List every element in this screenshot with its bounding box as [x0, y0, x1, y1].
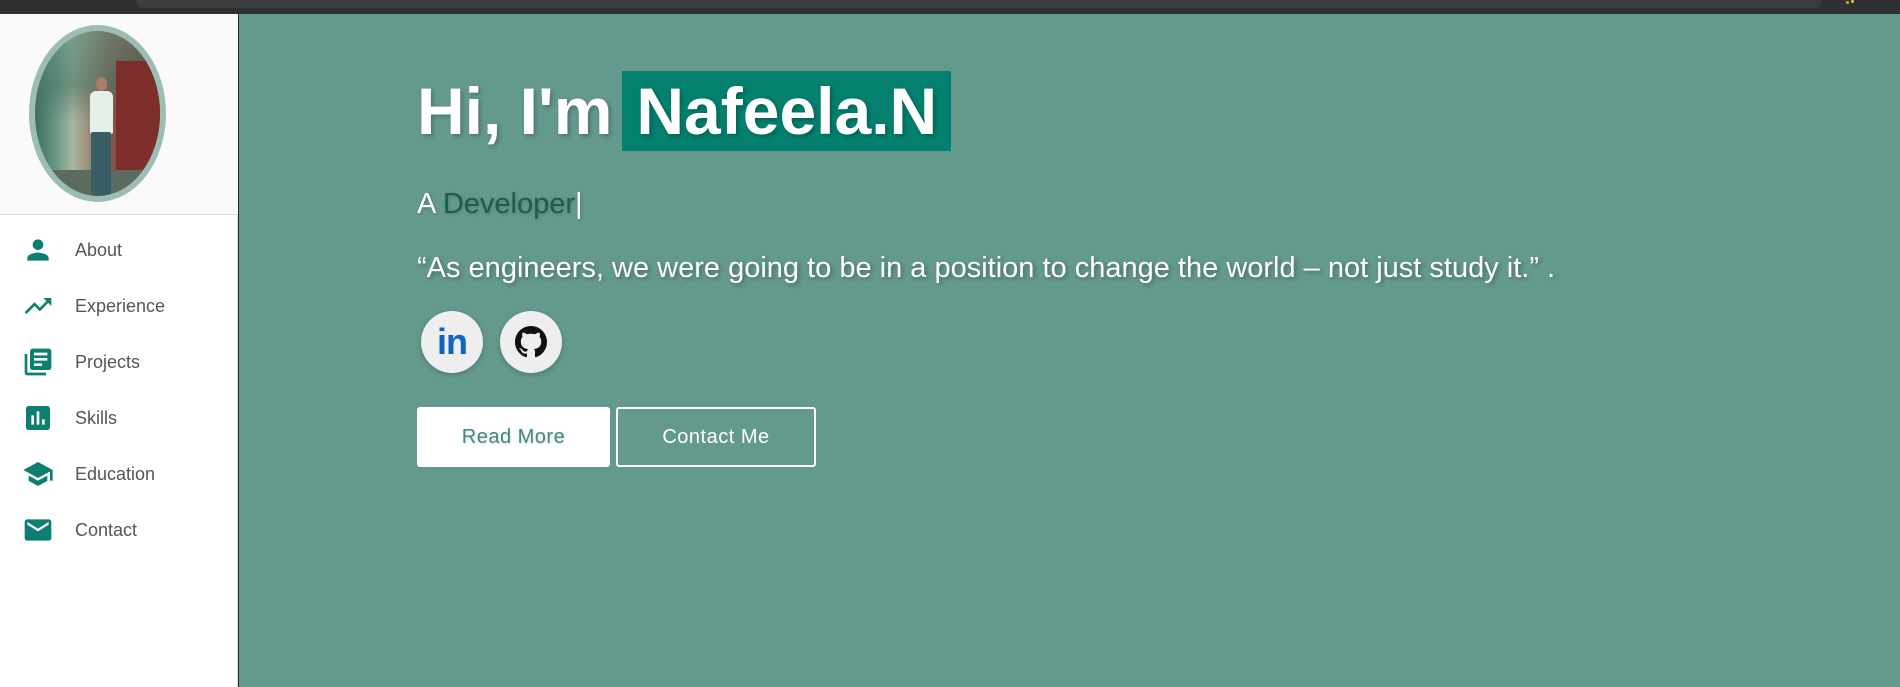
- trending-up-icon: [20, 290, 56, 322]
- linkedin-icon: in: [437, 321, 468, 362]
- sidebar-item-skills[interactable]: Skills: [0, 392, 238, 448]
- hero-section: Hi, I'm Nafeela.N A Developer| “As engine…: [239, 14, 1900, 687]
- sidebar-nav: About Experience Projects Skills Educati…: [0, 224, 238, 560]
- sidebar-item-projects[interactable]: Projects: [0, 336, 238, 392]
- contact-me-button[interactable]: Contact Me: [616, 407, 816, 467]
- typing-cursor: |: [575, 188, 583, 220]
- sidebar-item-contact[interactable]: Contact: [0, 504, 238, 560]
- sidebar-item-label: About: [75, 240, 123, 260]
- sidebar-item-about[interactable]: About: [0, 224, 238, 280]
- linkedin-link[interactable]: in: [421, 311, 483, 373]
- sidebar-item-label: Projects: [75, 352, 141, 372]
- browser-top-strip: [0, 0, 1900, 14]
- role-prefix: A: [417, 188, 435, 220]
- greeting-prefix: Hi, I'm: [417, 74, 613, 148]
- browser-tabbar: [136, 0, 1822, 8]
- profile-section: [0, 14, 238, 215]
- mail-icon: [20, 514, 56, 546]
- sidebar-item-label: Experience: [75, 296, 166, 316]
- github-link[interactable]: [500, 311, 562, 373]
- graduation-cap-icon: [20, 458, 56, 490]
- profile-photo: [29, 25, 166, 202]
- role-line: A Developer|: [417, 188, 583, 221]
- hero-heading: Hi, I'm Nafeela.N: [417, 71, 952, 151]
- sidebar-item-label: Skills: [75, 408, 118, 428]
- library-books-icon: [20, 346, 56, 378]
- read-more-button[interactable]: Read More: [417, 407, 610, 467]
- sidebar-item-label: Contact: [75, 520, 138, 540]
- sidebar-item-label: Education: [75, 464, 156, 484]
- person-icon: [20, 234, 56, 266]
- role-typed-text: Developer: [442, 188, 575, 220]
- sidebar-item-education[interactable]: Education: [0, 448, 238, 504]
- hero-quote: “As engineers, we were going to be in a …: [417, 252, 1556, 284]
- extension-icon[interactable]: [1846, 0, 1858, 5]
- hero-name: Nafeela.N: [622, 71, 952, 151]
- github-icon: [515, 326, 547, 358]
- sidebar: About Experience Projects Skills Educati…: [0, 14, 238, 687]
- bar-chart-icon: [20, 402, 56, 434]
- sidebar-item-experience[interactable]: Experience: [0, 280, 238, 336]
